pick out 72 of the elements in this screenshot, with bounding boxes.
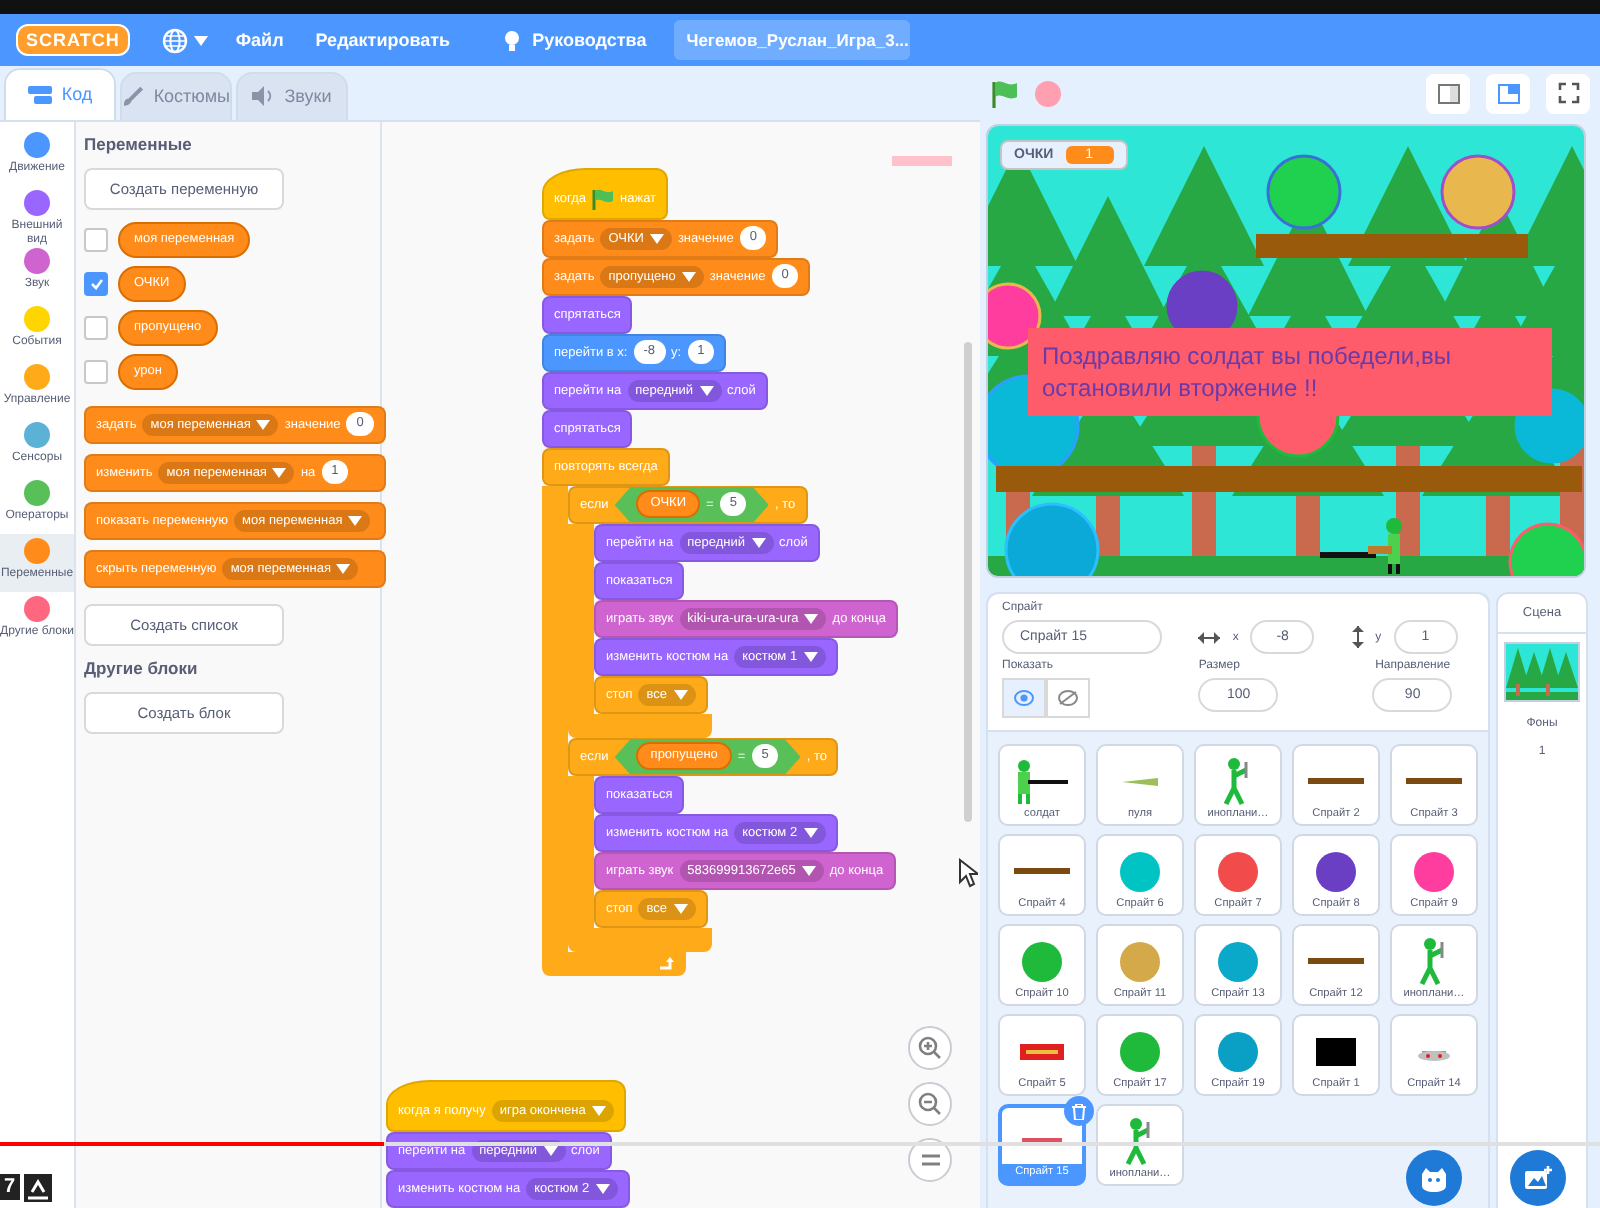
normal-stage-button[interactable] xyxy=(1486,73,1530,113)
flag-icon xyxy=(592,188,615,211)
delete-button[interactable] xyxy=(1064,1096,1094,1126)
checkbox[interactable] xyxy=(84,227,108,252)
vertical-arrows-icon xyxy=(1351,626,1364,648)
flag-icon[interactable] xyxy=(990,79,1018,107)
backdrop-thumbnail-drawing[interactable] xyxy=(1504,642,1580,702)
fullscreen-icon xyxy=(1557,82,1579,104)
zoom-reset-button[interactable] xyxy=(908,1137,952,1182)
eye-icon xyxy=(1014,690,1034,706)
cat-icon xyxy=(1420,1165,1448,1191)
caret-icon xyxy=(804,613,819,624)
bar-drawing xyxy=(1406,778,1462,784)
rectangle-drawing xyxy=(1316,1037,1356,1065)
bullet-drawing xyxy=(1122,777,1158,785)
bar-drawing xyxy=(1308,958,1364,964)
language-button[interactable] xyxy=(161,27,208,53)
caret-icon xyxy=(591,1106,606,1117)
soldier-drawing xyxy=(1012,759,1072,803)
bar-drawing xyxy=(1308,778,1364,784)
lightbulb-icon xyxy=(502,27,523,53)
zoom-in-icon xyxy=(918,1035,942,1060)
trash-icon xyxy=(1072,1103,1086,1119)
caret-icon xyxy=(649,233,664,244)
checkbox[interactable] xyxy=(84,271,108,296)
zoom-in-button[interactable] xyxy=(908,1025,952,1070)
globe-icon xyxy=(161,27,188,53)
brush-icon xyxy=(122,85,144,108)
caret-icon xyxy=(193,35,208,45)
zoom-out-button[interactable] xyxy=(908,1081,952,1126)
alien-drawing xyxy=(1222,757,1254,805)
zoom-out-icon xyxy=(918,1091,942,1116)
caret-icon xyxy=(336,563,351,574)
eye-crossed-icon xyxy=(1058,690,1078,706)
fullscreen-button[interactable] xyxy=(1546,73,1590,113)
caret-icon xyxy=(673,903,688,914)
checkbox[interactable] xyxy=(84,359,108,384)
caret-icon xyxy=(803,651,818,662)
palette-heading: Другие блоки xyxy=(84,657,198,678)
horizontal-arrows-icon xyxy=(1198,631,1221,643)
caret-icon xyxy=(681,271,696,282)
caret-icon xyxy=(256,419,271,430)
alien-drawing xyxy=(1124,1117,1156,1165)
visibility-toggle[interactable] xyxy=(1046,678,1090,718)
caret-icon xyxy=(699,385,713,396)
video-time: 7 xyxy=(0,1174,20,1200)
large-stage-icon xyxy=(1497,83,1519,103)
caret-icon xyxy=(801,865,816,876)
loop-arrow-icon xyxy=(658,955,676,972)
message-banner: Поздравляю солдат вы победели,вы остановили вторжение !! xyxy=(1028,328,1552,416)
picture-add-icon xyxy=(1524,1166,1552,1190)
speaker-icon xyxy=(252,86,275,107)
marker-strip xyxy=(892,155,952,166)
small-stage-button[interactable] xyxy=(1426,73,1470,113)
stop-icon[interactable] xyxy=(1034,79,1062,107)
caret-icon xyxy=(751,537,765,548)
small-stage-icon xyxy=(1437,83,1459,103)
caret-icon xyxy=(272,467,287,478)
caret-icon xyxy=(595,1183,610,1194)
caret-icon xyxy=(348,515,363,526)
checkmark-icon xyxy=(89,277,103,290)
palette-heading: Переменные xyxy=(84,133,192,154)
alien-drawing xyxy=(1418,937,1450,985)
equals-icon xyxy=(921,1153,939,1166)
bar-drawing xyxy=(1014,868,1070,874)
sign-drawing xyxy=(1020,1043,1064,1059)
visibility-toggle[interactable] xyxy=(1002,678,1046,718)
scrollbar[interactable] xyxy=(964,341,972,822)
caret-icon xyxy=(673,689,688,700)
checkbox[interactable] xyxy=(84,315,108,340)
caret-icon xyxy=(803,827,818,838)
code-icon xyxy=(27,85,52,104)
